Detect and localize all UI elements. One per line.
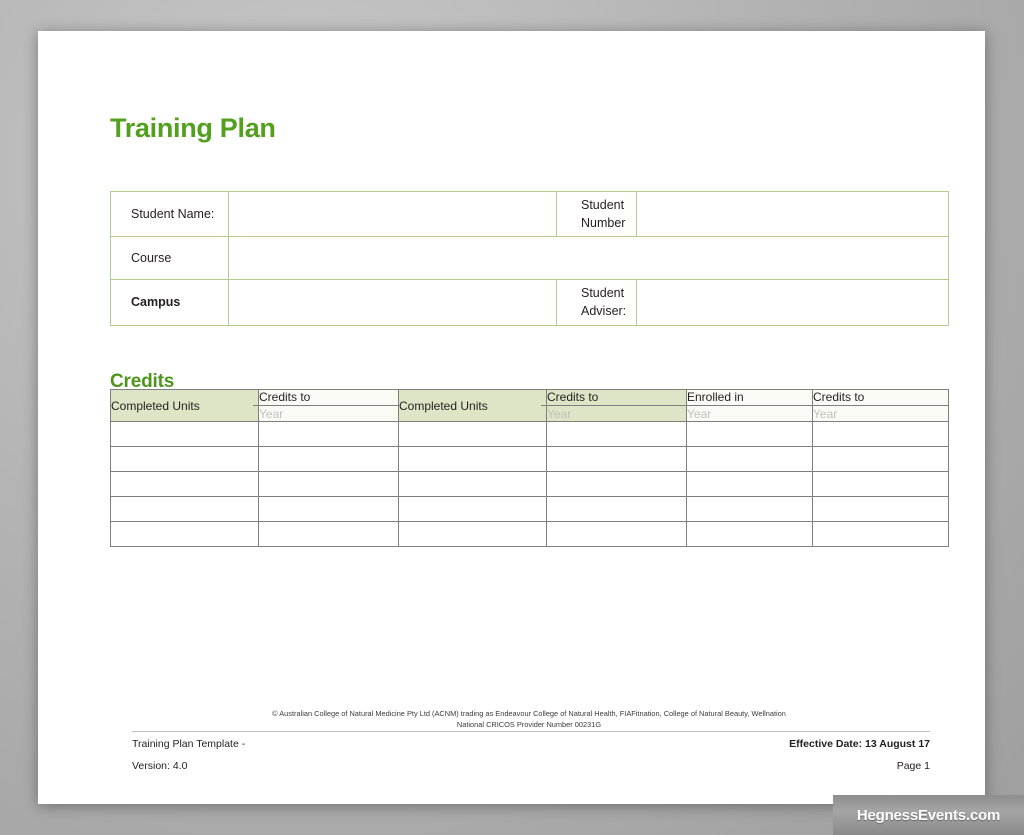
credits-header-label: Credits to	[813, 390, 865, 404]
credits-header-year-placeholder[interactable]: Year	[807, 405, 948, 421]
credits-cell[interactable]	[110, 471, 259, 498]
table-row	[110, 471, 949, 498]
credits-header-label: Completed Units	[111, 398, 200, 413]
table-header-row: Completed Units Credits to Year Completed U…	[110, 388, 949, 423]
credits-column-header-1: Completed Units	[110, 388, 259, 423]
credits-cell[interactable]	[398, 521, 547, 548]
watermark-text: HegnessEvents.com	[856, 806, 1001, 824]
credits-cell[interactable]	[110, 446, 259, 473]
table-row	[110, 446, 949, 473]
credits-column-header-5: Enrolled in Year	[681, 388, 813, 423]
footer-meta: Training Plan Template - Effective Date:…	[132, 734, 930, 777]
campus-label: Campus	[110, 279, 229, 326]
footer-page-number: Page 1	[896, 759, 930, 772]
credits-cell[interactable]	[546, 421, 687, 448]
table-row: Student Name: Student Number	[110, 190, 949, 238]
credits-cell[interactable]	[546, 521, 687, 548]
credits-cell[interactable]	[686, 471, 813, 498]
credits-header-single: Completed Units	[399, 390, 546, 421]
credits-cell[interactable]	[686, 521, 813, 548]
credits-cell[interactable]	[398, 446, 547, 473]
student-name-value[interactable]	[228, 190, 557, 238]
footer-copyright: © Australian College of Natural Medicine…	[110, 709, 948, 730]
credits-cell[interactable]	[258, 496, 399, 523]
footer-effective-date: Effective Date: 13 August 17	[789, 738, 930, 750]
student-adviser-label-line1: Student	[581, 286, 625, 301]
footer-template-name: Training Plan Template -	[132, 738, 246, 750]
credits-header-stack: Credits to Year	[253, 390, 398, 421]
table-row: Course	[110, 236, 949, 281]
credits-cell[interactable]	[258, 521, 399, 548]
footer-version: Version: 4.0	[132, 759, 188, 772]
credits-cell[interactable]	[686, 446, 813, 473]
student-adviser-label: Student Adviser:	[556, 279, 637, 326]
table-row: Campus Student Adviser:	[110, 279, 949, 326]
footer-row-bottom: Version: 4.0 Page 1	[132, 756, 930, 778]
credits-column-header-4: Credits to Year	[541, 388, 687, 423]
table-row	[110, 421, 949, 448]
student-number-label: Student Number	[556, 190, 637, 238]
credits-column-header-2: Credits to Year	[253, 388, 399, 423]
page-title: Training Plan	[110, 113, 276, 143]
credits-cell[interactable]	[812, 496, 949, 523]
credits-table-body	[110, 421, 949, 548]
credits-header-single: Completed Units	[111, 390, 258, 421]
credits-table-header: Completed Units Credits to Year Completed U…	[110, 388, 949, 423]
watermark: HegnessEvents.com	[833, 795, 1024, 835]
credits-header-label: Credits to	[547, 390, 599, 404]
credits-cell[interactable]	[110, 496, 259, 523]
credits-header-label: Completed Units	[399, 398, 488, 413]
credits-cell[interactable]	[812, 421, 949, 448]
footer-divider	[132, 731, 930, 732]
student-info-table: Student Name: Student Number Course Campu…	[110, 190, 949, 326]
student-adviser-value[interactable]	[636, 279, 949, 326]
credits-header-label: Credits to	[259, 390, 311, 404]
student-number-value[interactable]	[636, 190, 949, 238]
document-page: Training Plan Student Name: Student Numbe…	[38, 31, 985, 804]
credits-header-label: Enrolled in	[687, 390, 744, 404]
credits-header-stack: Enrolled in Year	[681, 390, 812, 421]
credits-cell[interactable]	[546, 496, 687, 523]
credits-header-year-placeholder[interactable]: Year	[253, 405, 398, 421]
student-number-label-line2: Number	[581, 216, 626, 231]
credits-cell[interactable]	[398, 471, 547, 498]
credits-header-stack: Credits to Year	[807, 390, 948, 421]
credits-cell[interactable]	[398, 496, 547, 523]
course-label: Course	[110, 236, 229, 281]
credits-cell[interactable]	[812, 471, 949, 498]
credits-cell[interactable]	[546, 446, 687, 473]
credits-cell[interactable]	[686, 496, 813, 523]
footer-copyright-line-2: National CRICOS Provider Number 00231G	[456, 719, 602, 729]
table-row	[110, 496, 949, 523]
credits-cell[interactable]	[398, 421, 547, 448]
credits-cell[interactable]	[686, 421, 813, 448]
credits-column-header-3: Completed Units	[398, 388, 547, 423]
credits-header-year-placeholder[interactable]: Year	[541, 405, 686, 421]
footer-copyright-line-1: © Australian College of Natural Medicine…	[272, 709, 786, 718]
credits-cell[interactable]	[110, 421, 259, 448]
credits-cell[interactable]	[812, 521, 949, 548]
student-name-label: Student Name:	[110, 190, 229, 238]
credits-header-year-placeholder[interactable]: Year	[681, 405, 812, 421]
credits-cell[interactable]	[258, 446, 399, 473]
course-value[interactable]	[228, 236, 949, 281]
credits-table: Completed Units Credits to Year Completed U…	[110, 388, 949, 548]
footer-row-top: Training Plan Template - Effective Date:…	[132, 734, 930, 756]
student-adviser-label-line2: Adviser:	[581, 304, 627, 319]
campus-value[interactable]	[228, 279, 557, 326]
credits-cell[interactable]	[258, 471, 399, 498]
credits-cell[interactable]	[546, 471, 687, 498]
credits-cell[interactable]	[110, 521, 259, 548]
table-row	[110, 521, 949, 548]
credits-column-header-6: Credits to Year	[807, 388, 949, 423]
credits-cell[interactable]	[258, 421, 399, 448]
student-number-label-line1: Student	[581, 198, 625, 212]
credits-header-stack: Credits to Year	[541, 390, 686, 421]
credits-cell[interactable]	[812, 446, 949, 473]
